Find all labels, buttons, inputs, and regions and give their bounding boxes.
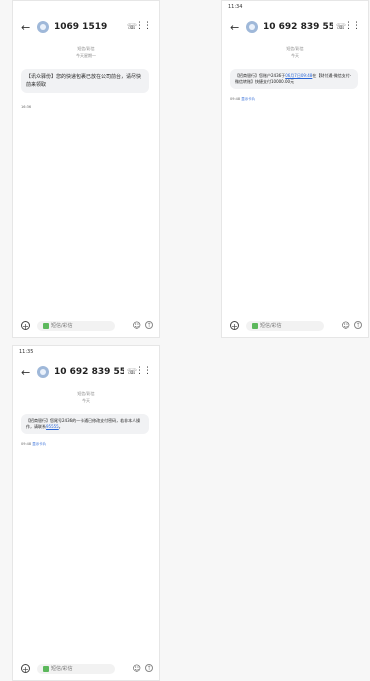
message-type: 短信/彩信 (286, 46, 304, 51)
message-date: 今天星期一 (76, 53, 96, 58)
message-subline: 16:36 (21, 105, 31, 109)
status-bar: 11:34 (222, 1, 368, 15)
contact-avatar[interactable] (37, 366, 49, 378)
message-type: 短信/彩信 (77, 46, 95, 51)
screenshot-2: 11:34 ← 10 692 839 55... ☏ ⋮⋮ 短信/彩信 今天 【… (221, 0, 369, 338)
message-input-placeholder: 短信/彩信 (51, 666, 73, 672)
send-icon[interactable]: ↑ (145, 321, 153, 329)
message-subline: 09:48 显示卡片 (21, 442, 46, 447)
contact-avatar[interactable] (246, 21, 258, 33)
conversation-header: ← 10 692 839 55... ☏ ⋮⋮ (13, 364, 159, 382)
conversation-header: ← 1069 1519 ☏ ⋮⋮ (13, 19, 159, 37)
emoji-icon[interactable]: ☺ (342, 321, 350, 330)
message-text: 【讯众驿份】您的快递包裹已放在公司前台，请尽快前来领取 (26, 74, 142, 88)
back-arrow-icon[interactable]: ← (21, 366, 30, 379)
message-meta: 短信/彩信 今天 (13, 390, 159, 404)
message-text: 【招商银行】您尾号2436的一卡通已修改支付密码，若非本人操作，请联系 (26, 418, 141, 429)
add-attachment-icon[interactable]: + (21, 664, 30, 674)
contact-number[interactable]: 10 692 839 55... (263, 22, 333, 32)
message-input[interactable]: 短信/彩信 (37, 321, 115, 331)
message-bubble[interactable]: 【招商银行】您账户2436于06月7日09:48在【财付通-微信支付-微信转账】… (230, 69, 358, 89)
message-text: 【招商银行】您账户2436于 (235, 73, 286, 78)
sim-card-icon[interactable] (43, 322, 49, 329)
message-time: 09:48 (230, 97, 241, 101)
message-input-placeholder: 短信/彩信 (260, 323, 282, 329)
sim-card-icon[interactable] (43, 665, 49, 672)
contact-number[interactable]: 10 692 839 55... (54, 367, 124, 377)
show-card-link[interactable]: 显示卡片 (32, 442, 46, 446)
message-link[interactable]: 06月7日09:48 (285, 73, 312, 78)
screenshot-1: ← 1069 1519 ☏ ⋮⋮ 短信/彩信 今天星期一 【讯众驿份】您的快递包… (12, 0, 160, 338)
message-date: 今天 (82, 398, 90, 403)
message-input[interactable]: 短信/彩信 (37, 664, 115, 674)
message-date: 今天 (291, 53, 299, 58)
message-subline: 09:48 显示卡片 (230, 97, 255, 102)
status-bar: 11:35 (13, 346, 159, 360)
message-bubble[interactable]: 【招商银行】您尾号2436的一卡通已修改支付密码，若非本人操作，请联系95555… (21, 414, 149, 434)
emoji-icon[interactable]: ☺ (133, 664, 141, 673)
status-time: 11:34 (228, 4, 243, 10)
send-icon[interactable]: ↑ (145, 664, 153, 672)
message-input[interactable]: 短信/彩信 (246, 321, 324, 331)
compose-bar: + 短信/彩信 ☺ ↑ (222, 317, 368, 337)
contact-number[interactable]: 1069 1519 (54, 22, 107, 32)
back-arrow-icon[interactable]: ← (230, 21, 239, 34)
sim-card-icon[interactable] (252, 322, 258, 329)
add-attachment-icon[interactable]: + (230, 321, 239, 331)
status-time: 11:35 (19, 349, 34, 355)
compose-bar: + 短信/彩信 ☺ ↑ (13, 660, 159, 680)
conversation-header: ← 10 692 839 55... ☏ ⋮⋮ (222, 19, 368, 37)
message-time: 16:36 (21, 105, 32, 109)
message-meta: 短信/彩信 今天星期一 (13, 45, 159, 59)
message-meta: 短信/彩信 今天 (222, 45, 368, 59)
screenshot-3: 11:35 ← 10 692 839 55... ☏ ⋮⋮ 短信/彩信 今天 【… (12, 345, 160, 681)
message-bubble[interactable]: 【讯众驿份】您的快递包裹已放在公司前台，请尽快前来领取 (21, 69, 149, 93)
message-link[interactable]: 95555 (46, 424, 59, 429)
compose-bar: + 短信/彩信 ☺ ↑ (13, 317, 159, 337)
message-time: 09:48 (21, 442, 32, 446)
status-bar (13, 1, 159, 15)
contact-avatar[interactable] (37, 21, 49, 33)
message-type: 短信/彩信 (77, 391, 95, 396)
emoji-icon[interactable]: ☺ (133, 321, 141, 330)
message-text-after: 。 (58, 424, 63, 429)
add-attachment-icon[interactable]: + (21, 321, 30, 331)
show-card-link[interactable]: 显示卡片 (241, 97, 255, 101)
back-arrow-icon[interactable]: ← (21, 21, 30, 34)
more-options-icon[interactable]: ⋮⋮ (135, 21, 152, 31)
message-input-placeholder: 短信/彩信 (51, 323, 73, 329)
more-options-icon[interactable]: ⋮⋮ (135, 366, 152, 376)
send-icon[interactable]: ↑ (354, 321, 362, 329)
more-options-icon[interactable]: ⋮⋮ (344, 21, 361, 31)
